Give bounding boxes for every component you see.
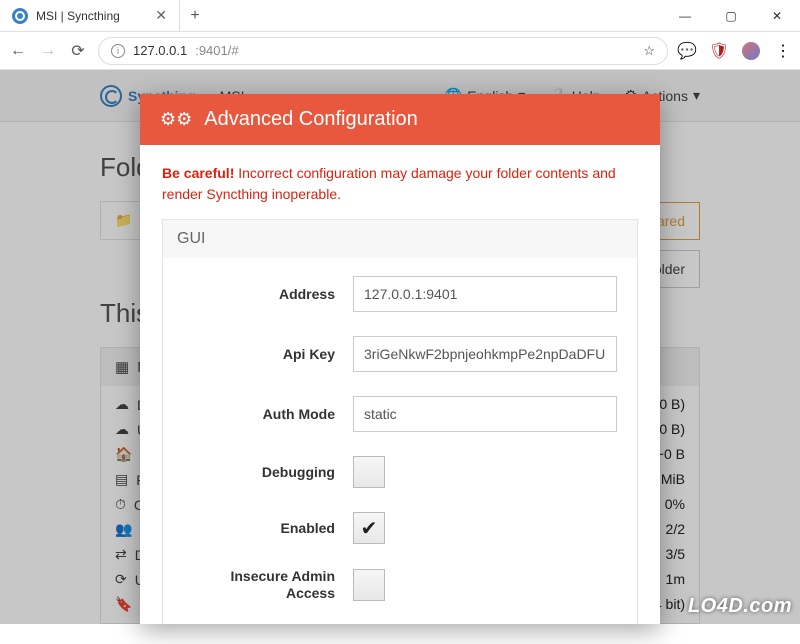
checkbox-enabled[interactable]: ✔ [353,512,385,544]
label-address: Address [183,286,353,303]
label-authmode: Auth Mode [183,406,353,423]
label-insecure-admin: Insecure Admin Access [183,568,353,602]
row-apikey: Api Key [183,336,617,372]
row-address: Address [183,276,617,312]
row-insecure-admin: Insecure Admin Access [183,568,617,602]
browser-tab[interactable]: MSI | Syncthing ✕ [0,0,180,31]
gui-section-body: Address Api Key Auth Mode Debugging Enab… [162,258,638,624]
back-button[interactable]: ← [8,42,28,60]
row-debugging: Debugging [183,456,617,488]
label-enabled: Enabled [183,520,353,537]
warning-text: Be careful! Incorrect configuration may … [162,163,638,205]
chat-extension-icon[interactable]: 💬 [678,42,696,60]
input-address[interactable] [353,276,617,312]
new-tab-button[interactable]: + [180,0,210,31]
advanced-config-modal: ⚙⚙ Advanced Configuration Be careful! In… [140,94,660,624]
address-bar[interactable]: i 127.0.0.1 :9401/# ☆ [98,37,668,65]
profile-avatar[interactable] [742,42,760,60]
close-window-button[interactable]: ✕ [754,0,800,31]
check-icon: ✔ [361,516,378,541]
label-debugging: Debugging [183,464,353,481]
row-authmode: Auth Mode [183,396,617,432]
checkbox-debugging[interactable] [353,456,385,488]
browser-titlebar: MSI | Syncthing ✕ + — ▢ ✕ [0,0,800,32]
tab-favicon [12,8,28,24]
tab-title: MSI | Syncthing [36,9,120,23]
site-info-icon[interactable]: i [111,44,125,58]
url-host: 127.0.0.1 [133,43,187,58]
ublock-icon[interactable]: 🛡 [710,42,728,60]
browser-toolbar: ← → ⟳ i 127.0.0.1 :9401/# ☆ 💬 🛡 ⋮ [0,32,800,70]
input-apikey[interactable] [353,336,617,372]
reload-button[interactable]: ⟳ [68,41,88,61]
gui-section-header[interactable]: GUI [162,219,638,258]
minimize-button[interactable]: — [662,0,708,31]
bookmark-star-icon[interactable]: ☆ [643,43,655,59]
forward-button[interactable]: → [38,42,58,60]
window-controls: — ▢ ✕ [662,0,800,31]
checkbox-insecure-admin[interactable] [353,569,385,601]
extensions-area: 💬 🛡 ⋮ [678,42,792,60]
row-enabled: Enabled ✔ [183,512,617,544]
browser-menu-icon[interactable]: ⋮ [774,42,792,60]
url-path: :9401/# [195,43,238,58]
modal-header: ⚙⚙ Advanced Configuration [140,94,660,145]
gears-icon: ⚙⚙ [160,109,192,130]
maximize-button[interactable]: ▢ [708,0,754,31]
label-apikey: Api Key [183,346,353,363]
close-tab-icon[interactable]: ✕ [155,7,167,24]
modal-title: Advanced Configuration [204,108,417,131]
warning-bold: Be careful! [162,165,234,181]
input-authmode[interactable] [353,396,617,432]
